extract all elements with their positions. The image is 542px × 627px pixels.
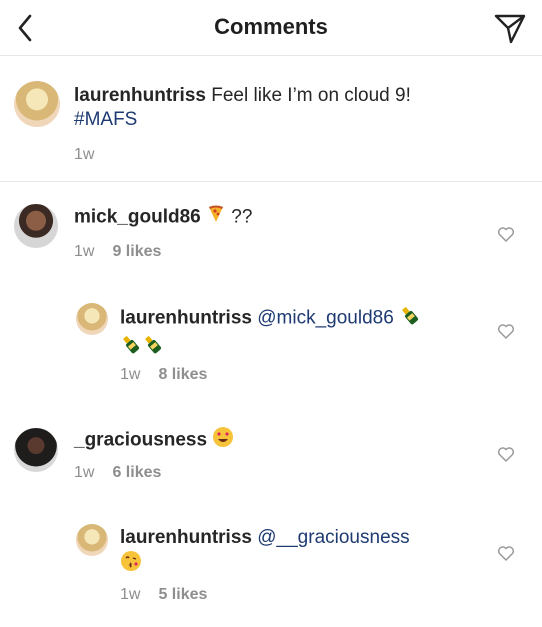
heart-eyes-emoji — [212, 426, 234, 455]
avatar[interactable] — [14, 204, 58, 248]
comment-meta: 1w 9 likes — [74, 243, 161, 261]
champagne-emoji — [120, 333, 142, 362]
reply-username[interactable]: laurenhuntriss — [120, 527, 252, 548]
top-bar: Comments — [0, 0, 542, 56]
send-direct-icon — [494, 14, 526, 44]
kiss-emoji — [120, 550, 142, 579]
champagne-emoji — [399, 304, 421, 333]
pizza-emoji — [206, 204, 226, 231]
reply-text: laurenhuntriss @mick_gould86 — [120, 304, 480, 362]
send-button[interactable] — [492, 10, 528, 46]
comment-time: 1w — [74, 243, 95, 260]
comment-username[interactable]: _graciousness — [74, 430, 207, 451]
likes-count[interactable]: 6 likes — [112, 464, 161, 481]
reply-username[interactable]: laurenhuntriss — [120, 308, 252, 329]
mention-link[interactable]: @mick_gould86 — [257, 308, 394, 329]
post-caption: laurenhuntriss Feel like I’m on cloud 9!… — [0, 56, 542, 182]
avatar[interactable] — [76, 524, 108, 556]
heart-icon[interactable] — [497, 323, 515, 339]
likes-count[interactable]: 9 likes — [112, 243, 161, 260]
caption-username[interactable]: laurenhuntriss — [74, 85, 206, 106]
comment-username[interactable]: mick_gould86 — [74, 207, 201, 228]
heart-icon[interactable] — [497, 226, 515, 242]
heart-icon[interactable] — [497, 446, 515, 462]
mention-link[interactable]: @__graciousness — [257, 527, 409, 548]
likes-count[interactable]: 5 likes — [158, 586, 207, 603]
champagne-emoji — [142, 333, 164, 362]
comment-text: _graciousness — [74, 426, 234, 455]
comment-time: 1w — [120, 586, 141, 603]
caption-body: Feel like I’m on cloud 9! — [205, 85, 411, 106]
likes-count[interactable]: 8 likes — [158, 366, 207, 383]
avatar[interactable] — [14, 81, 60, 127]
hashtag-link[interactable]: #MAFS — [74, 109, 137, 130]
comment-meta: 1w 8 likes — [120, 366, 207, 384]
comment-meta: 1w 6 likes — [74, 464, 161, 482]
comment-text: mick_gould86 ?? — [74, 204, 252, 231]
comment-meta: 1w 5 likes — [120, 586, 207, 604]
heart-icon[interactable] — [497, 545, 515, 561]
caption-time: 1w — [74, 146, 95, 163]
comment-time: 1w — [74, 464, 95, 481]
reply-text: laurenhuntriss @__graciousness — [120, 526, 480, 579]
page-title: Comments — [214, 14, 328, 39]
comment-body: ?? — [226, 206, 253, 228]
caption-text: laurenhuntriss Feel like I’m on cloud 9!… — [74, 84, 514, 132]
comment-time: 1w — [120, 366, 141, 383]
avatar[interactable] — [76, 303, 108, 335]
avatar[interactable] — [14, 428, 58, 472]
